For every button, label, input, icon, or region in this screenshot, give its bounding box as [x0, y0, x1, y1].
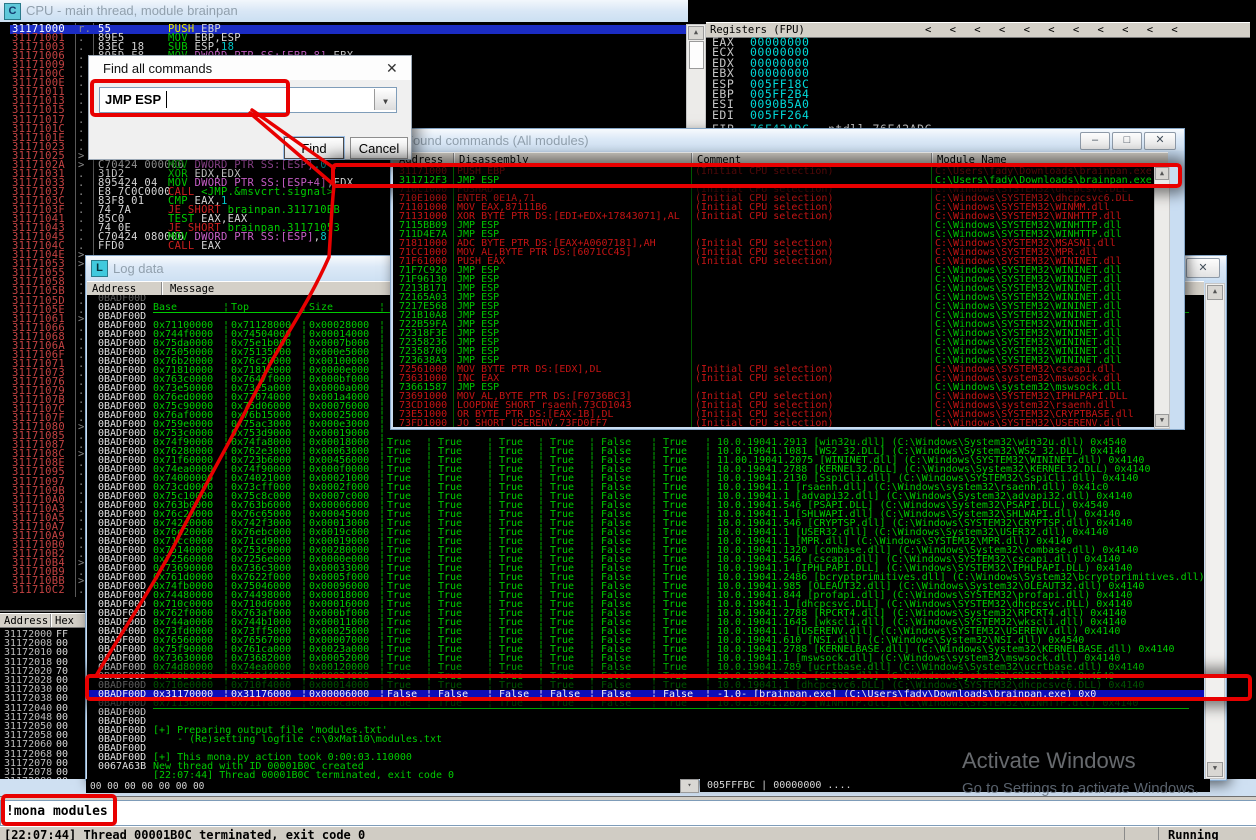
found-window-title: Found commands (All modules) [405, 133, 589, 148]
scroll-up-icon[interactable]: ▲ [688, 26, 704, 40]
close-icon: ✕ [1155, 134, 1164, 146]
cpu-window-title: CPU - main thread, module brainpan [26, 3, 238, 18]
dump-header-address: Address [4, 615, 48, 627]
close-icon: ✕ [1198, 262, 1207, 274]
command-input[interactable]: !mona modules [0, 800, 1256, 826]
log-header-address: Address [92, 283, 136, 295]
found-commands-window: Found commands (All modules) ‒ □ ✕ Addre… [390, 128, 1185, 430]
dialog-titlebar[interactable]: Find all commands ✕ [89, 56, 411, 80]
table-row[interactable]: 0BADF00D - (Re)setting logfile c:\0xMat1… [87, 735, 1204, 744]
scroll-up-icon[interactable]: ▲ [1155, 167, 1169, 180]
maximize-button[interactable]: □ [1112, 132, 1142, 150]
dump-header-hex: Hex [55, 615, 74, 627]
command-combobox-value: JMP ESP [105, 92, 161, 107]
dump-hex-strip: 00 00 00 00 00 00 00 [86, 779, 698, 793]
registers-pane[interactable]: Registers (FPU) < < < < < < < < < < < EA… [706, 22, 1250, 128]
dialog-title: Find all commands [103, 61, 212, 76]
stack-strip-text: 005FFFBC | 00000000 .... [707, 780, 852, 791]
find-button-label: Find [301, 141, 326, 156]
found-titlebar[interactable]: Found commands (All modules) ‒ □ ✕ [391, 129, 1184, 151]
log-scrollbar[interactable]: ▲ ▼ [1205, 283, 1225, 779]
status-state: Running [1168, 828, 1219, 840]
status-message: [22:07:44] Thread 00001B0C terminated, e… [4, 828, 365, 840]
scroll-down-icon[interactable]: ▼ [1155, 414, 1169, 427]
cpu-titlebar[interactable]: C CPU - main thread, module brainpan [0, 0, 688, 22]
table-row[interactable]: 0BADF00D [87, 708, 1204, 717]
command-combobox[interactable]: JMP ESP ▼ [99, 87, 397, 113]
status-bar: [22:07:44] Thread 00001B0C terminated, e… [0, 826, 1256, 840]
column-groove [50, 614, 52, 627]
scrollbar-thumb[interactable] [689, 41, 704, 69]
cancel-button-label: Cancel [359, 141, 399, 156]
find-commands-dialog: Find all commands ✕ JMP ESP ▼ Find Cance… [88, 55, 412, 160]
cpu-icon: C [4, 3, 21, 20]
table-row[interactable]: 73FD1000JO SHORT USERENV.73FD0FF7(Initia… [393, 419, 1153, 427]
table-row[interactable]: EDI005FF264 [706, 111, 1250, 120]
found-scrollbar[interactable]: ▲ ▼ [1154, 165, 1170, 429]
registers-header-decoration: < < < < < < < < < < < [925, 24, 1184, 36]
table-row[interactable]: 0BADF00D0x71130000¦0x711fa000¦0x000ca000… [87, 699, 1204, 708]
status-divider [1158, 827, 1159, 840]
watermark-line1: Activate Windows [962, 748, 1199, 774]
scroll-up-icon[interactable]: ▲ [1207, 285, 1223, 300]
command-input-value: !mona modules [6, 804, 108, 819]
scroll-down-icon[interactable]: ▾ [680, 779, 699, 793]
close-button[interactable]: ✕ [1144, 132, 1176, 150]
close-icon[interactable]: ✕ [386, 60, 398, 77]
found-list[interactable]: 31171000PUSH EBP(Initial CPU selection)C… [393, 165, 1153, 427]
activate-windows-watermark: Activate Windows Go to Settings to activ… [962, 748, 1199, 797]
close-button[interactable]: ✕ [1186, 258, 1220, 278]
scroll-down-icon[interactable]: ▼ [1207, 762, 1223, 777]
minimize-icon: ‒ [1092, 134, 1098, 146]
registers-list[interactable]: EAX00000000ECX00000000EDX00000000EBX0000… [706, 36, 1250, 128]
cancel-button[interactable]: Cancel [350, 137, 408, 159]
minimize-button[interactable]: ‒ [1080, 132, 1110, 150]
command-bar: !mona modules [0, 796, 1256, 827]
debugger-screen: C CPU - main thread, module brainpan 311… [0, 0, 1256, 840]
dump-header: Address Hex [0, 613, 86, 628]
maximize-icon: □ [1124, 134, 1131, 146]
text-caret [166, 91, 167, 108]
log-header-message: Message [170, 283, 214, 295]
watermark-line2: Go to Settings to activate Windows. [962, 780, 1199, 797]
log-icon: L [91, 260, 108, 277]
found-content[interactable]: 31171000PUSH EBP(Initial CPU selection)C… [393, 165, 1168, 427]
combobox-dropdown-button[interactable]: ▼ [374, 89, 396, 110]
chevron-down-icon: ▼ [383, 97, 388, 106]
column-groove [161, 282, 163, 296]
find-button[interactable]: Find [284, 137, 344, 159]
dump-hex-strip-text: 00 00 00 00 00 00 00 [90, 781, 204, 792]
log-window-title: Log data [113, 261, 164, 276]
status-divider [1124, 827, 1125, 840]
